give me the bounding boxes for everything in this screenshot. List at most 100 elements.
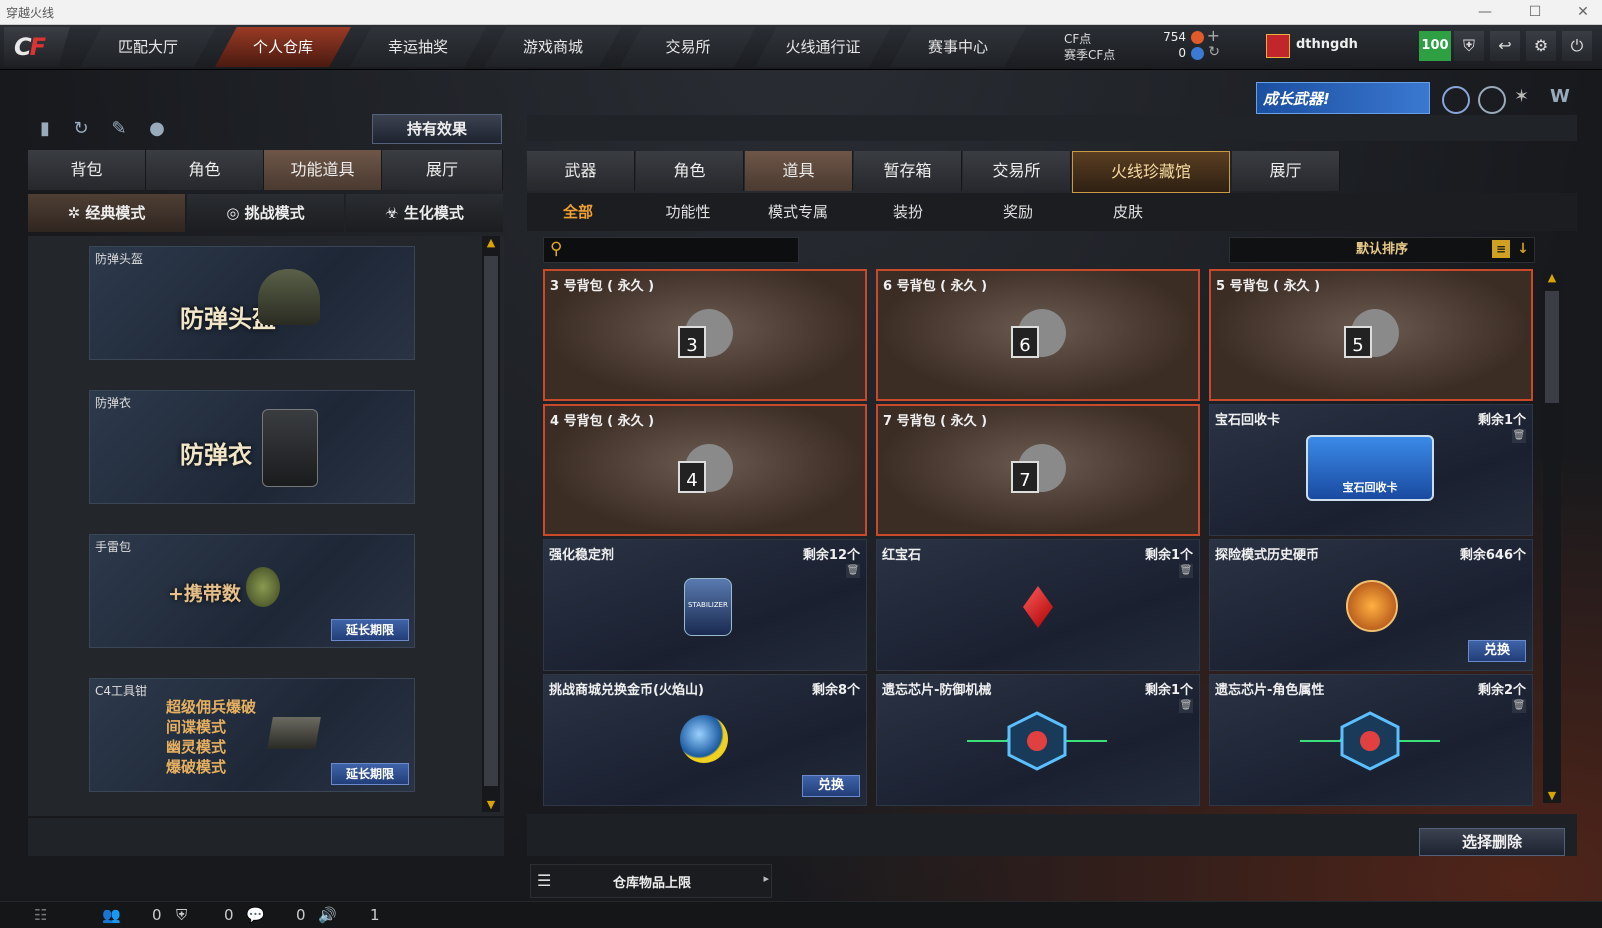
friends-icon[interactable]: 👥 xyxy=(102,906,121,924)
bag-number: 4 xyxy=(686,470,697,491)
extend-button[interactable]: 延长期限 xyxy=(331,763,409,785)
clan-count: 0 xyxy=(224,906,234,924)
subtab-rewards[interactable]: 奖励 xyxy=(963,195,1073,229)
minimize-button[interactable]: — xyxy=(1470,2,1500,22)
chart-icon[interactable]: ▮ xyxy=(32,116,58,142)
cf-points-label: CF点 xyxy=(1064,32,1092,46)
subtab-all[interactable]: 全部 xyxy=(523,195,633,229)
sort-down-icon[interactable]: ↓ xyxy=(1514,240,1532,258)
refresh-icon[interactable]: ↻ xyxy=(1208,44,1220,60)
nav-game-mall[interactable]: 游戏商城 xyxy=(485,27,621,67)
tab-showroom[interactable]: 展厅 xyxy=(382,150,503,190)
nav-battle-pass[interactable]: 火线通行证 xyxy=(755,27,891,67)
mode-classic[interactable]: ✲ 经典模式 xyxy=(28,194,185,232)
item-card[interactable]: 3 号背包 ( 永久 ) 3 xyxy=(543,269,867,401)
stabilizer-icon: STABILIZER xyxy=(684,578,732,636)
nav-lucky-draw[interactable]: 幸运抽奖 xyxy=(350,27,486,67)
claw-icon[interactable]: ✶ xyxy=(1514,86,1538,110)
chip-icon xyxy=(1300,711,1440,771)
tab-functional-items[interactable]: 功能道具 xyxy=(264,150,382,190)
subtab-dress[interactable]: 装扮 xyxy=(853,195,963,229)
item-card[interactable]: 7 号背包 ( 永久 ) 7 xyxy=(876,404,1200,536)
close-button[interactable]: ✕ xyxy=(1568,2,1598,22)
clan-icon[interactable]: ⛨ xyxy=(176,906,187,924)
item-card[interactable]: 探险模式历史硬币 剩余646个 兑换 xyxy=(1209,539,1533,671)
item-card-c4-pliers[interactable]: C4工具钳 超级佣兵爆破 间谍模式 幽灵模式 爆破模式 延长期限 xyxy=(89,678,415,792)
trash-icon[interactable]: 🗑 xyxy=(1512,699,1526,713)
promo-banner[interactable]: 成长武器! xyxy=(1256,82,1430,114)
scroll-down-icon[interactable]: ▼ xyxy=(482,798,500,812)
item-card-helmet[interactable]: 防弹头盔 防弹头盔 xyxy=(89,246,415,360)
add-cf-button[interactable]: + xyxy=(1207,26,1220,45)
sort-dropdown[interactable]: 默认排序 ≡ ↓ xyxy=(1229,237,1535,263)
scroll-thumb[interactable] xyxy=(1545,291,1559,403)
scroll-up-icon[interactable]: ▲ xyxy=(482,236,500,250)
volume-icon[interactable]: 🔊 xyxy=(318,906,337,924)
select-delete-button[interactable]: 选择删除 xyxy=(1419,828,1565,856)
subtab-skins[interactable]: 皮肤 xyxy=(1073,195,1183,229)
menu-icon[interactable]: ☷ xyxy=(34,906,47,924)
tab-character[interactable]: 角色 xyxy=(636,151,744,191)
nav-exchange[interactable]: 交易所 xyxy=(620,27,756,67)
nav-personal-storage[interactable]: 个人仓库 xyxy=(215,27,351,67)
trash-icon[interactable]: 🗑 xyxy=(1512,429,1526,443)
shield-icon[interactable]: ⛨ xyxy=(1454,31,1484,61)
tab-exchange[interactable]: 交易所 xyxy=(963,151,1071,191)
trash-icon[interactable]: 🗑 xyxy=(1179,564,1193,578)
tab-storage-box[interactable]: 暂存箱 xyxy=(854,151,962,191)
mode-challenge[interactable]: ◎ 挑战模式 xyxy=(187,194,344,232)
dress-icon[interactable]: ✎ xyxy=(106,116,132,142)
search-icon: ⚲ xyxy=(550,239,563,259)
nav-match-lobby[interactable]: 匹配大厅 xyxy=(80,27,216,67)
subtab-mode-exclusive[interactable]: 模式专属 xyxy=(743,195,853,229)
wing-icon[interactable]: W xyxy=(1550,86,1574,110)
item-card[interactable]: 遗忘芯片-角色属性 剩余2个 🗑 xyxy=(1209,674,1533,806)
item-card[interactable]: 6 号背包 ( 永久 ) 6 xyxy=(876,269,1200,401)
user-info[interactable]: dthngdh xyxy=(1266,32,1396,60)
nav-events[interactable]: 赛事中心 xyxy=(890,27,1026,67)
tab-backpack[interactable]: 背包 xyxy=(28,150,146,190)
history-icon[interactable]: ↻ xyxy=(68,116,94,142)
item-card[interactable]: 强化稳定剂 剩余12个 🗑 STABILIZER xyxy=(543,539,867,671)
extend-button[interactable]: 延长期限 xyxy=(331,619,409,641)
item-name: 3 号背包 ( 永久 ) xyxy=(550,279,655,294)
scroll-down-icon[interactable]: ▼ xyxy=(1543,789,1561,803)
scroll-up-icon[interactable]: ▲ xyxy=(1543,271,1561,285)
subtab-functional[interactable]: 功能性 xyxy=(633,195,743,229)
right-scrollbar[interactable]: ▲ ▼ xyxy=(1543,271,1561,803)
scroll-thumb[interactable] xyxy=(484,256,498,786)
mode-biochem[interactable]: ☣ 生化模式 xyxy=(346,194,503,232)
return-icon[interactable]: ↩ xyxy=(1490,31,1520,61)
search-input[interactable]: ⚲ xyxy=(543,237,799,263)
badge-icon-1[interactable] xyxy=(1442,86,1470,114)
item-card[interactable]: 红宝石 剩余1个 🗑 xyxy=(876,539,1200,671)
item-card-vest[interactable]: 防弹衣 防弹衣 xyxy=(89,390,415,504)
chat-icon[interactable]: 💬 xyxy=(246,906,265,924)
exchange-button[interactable]: 兑换 xyxy=(802,775,860,797)
maximize-button[interactable]: ☐ xyxy=(1520,2,1550,22)
item-card[interactable]: 挑战商城兑换金币(火焰山) 剩余8个 兑换 xyxy=(543,674,867,806)
globe-icon[interactable] xyxy=(1478,86,1506,114)
tab-weapons[interactable]: 武器 xyxy=(527,151,635,191)
left-scrollbar[interactable]: ▲ ▼ xyxy=(482,236,500,812)
item-card[interactable]: 宝石回收卡 剩余1个 🗑 宝石回收卡 xyxy=(1209,404,1533,536)
tab-collection[interactable]: 火线珍藏馆 xyxy=(1072,151,1230,193)
exchange-button[interactable]: 兑换 xyxy=(1468,640,1526,662)
tab-character[interactable]: 角色 xyxy=(146,150,264,190)
item-card-grenade-pack[interactable]: 手雷包 +携带数 延长期限 xyxy=(89,534,415,648)
capacity-bar[interactable]: ☰ 仓库物品上限 ▸ xyxy=(530,864,772,898)
tab-showroom[interactable]: 展厅 xyxy=(1232,151,1340,191)
item-card[interactable]: 遗忘芯片-防御机械 剩余1个 🗑 xyxy=(876,674,1200,806)
power-icon[interactable]: ⏻ xyxy=(1562,31,1592,61)
item-remaining: 剩余2个 xyxy=(1477,683,1526,698)
item-card[interactable]: 4 号背包 ( 永久 ) 4 xyxy=(543,404,867,536)
item-card[interactable]: 5 号背包 ( 永久 ) 5 xyxy=(1209,269,1533,401)
gear-icon[interactable]: ⚙ xyxy=(1526,31,1556,61)
effects-button[interactable]: 持有效果 xyxy=(372,114,502,144)
trash-icon[interactable]: 🗑 xyxy=(1179,699,1193,713)
grenade-icon[interactable]: ● xyxy=(144,116,170,142)
list-icon[interactable]: ≡ xyxy=(1492,240,1510,258)
tab-props[interactable]: 道具 xyxy=(745,151,853,191)
pliers-icon xyxy=(267,717,321,749)
trash-icon[interactable]: 🗑 xyxy=(846,564,860,578)
